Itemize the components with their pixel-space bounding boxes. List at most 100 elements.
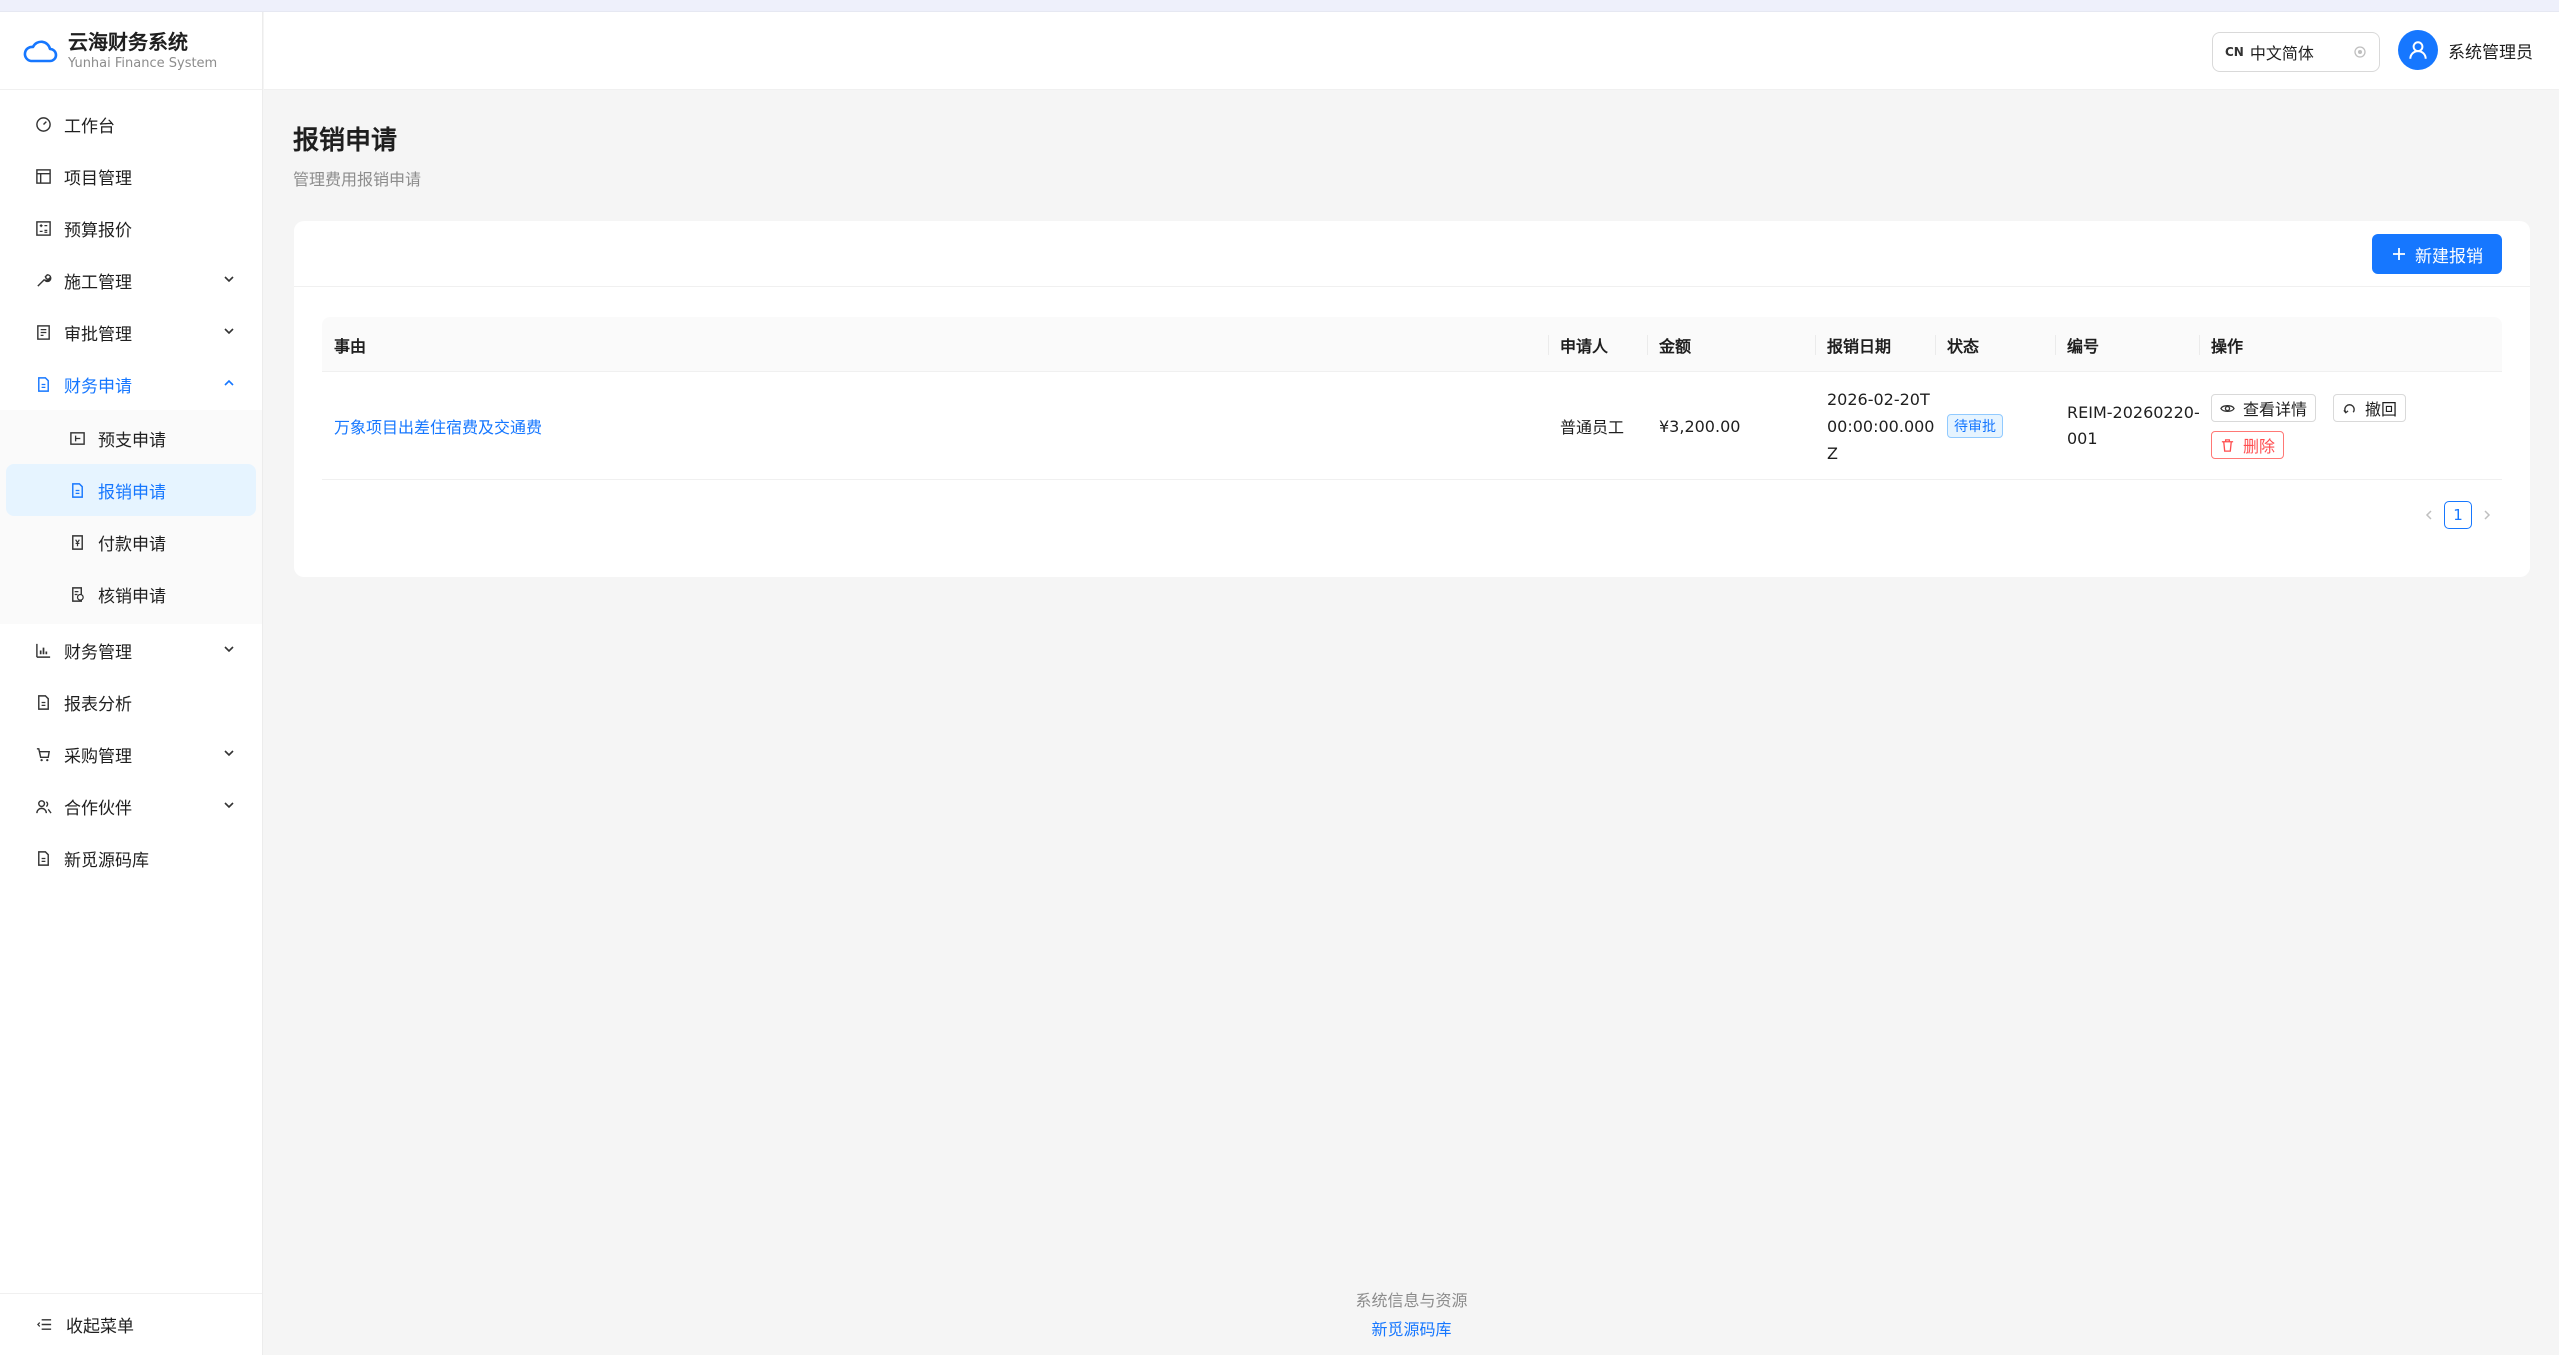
- avatar: [2398, 30, 2438, 70]
- select-arrow-icon: [2354, 46, 2366, 58]
- reason-cell: 万象项目出差住宿费及交通费: [334, 372, 542, 480]
- sidebar-item-approval[interactable]: 审批管理: [0, 306, 262, 358]
- new-reimbursement-button[interactable]: 新建报销: [2372, 234, 2502, 274]
- number-value: REIM-20260220-001: [2067, 403, 2200, 448]
- language-value: 中文简体: [2249, 44, 2314, 63]
- payment-icon: [68, 533, 86, 551]
- user-menu[interactable]: 系统管理员: [2398, 30, 2533, 70]
- chevron-down-icon: [224, 328, 234, 335]
- page-subtitle: 管理费用报销申请: [293, 170, 422, 189]
- footer-link[interactable]: 新觅源码库: [264, 1314, 2559, 1346]
- next-page-icon[interactable]: [2480, 508, 2494, 522]
- cart-icon: [34, 745, 52, 763]
- brand[interactable]: 云海财务系统 Yunhai Finance System: [0, 12, 262, 90]
- sidebar-item-label: 采购管理: [64, 746, 132, 767]
- sidebar-item-label: 核销申请: [98, 586, 166, 607]
- sidebar-item-projects[interactable]: 项目管理: [0, 150, 262, 202]
- page-footer: 系统信息与资源 新觅源码库: [264, 1288, 2559, 1346]
- reimbursement-card: 新建报销 事由 申请人 金额 报销日期 状态 编号 操作 万象项目出差住宿费及交…: [294, 221, 2530, 577]
- chevron-down-icon: [224, 802, 234, 809]
- bar-chart-icon: [34, 641, 52, 659]
- delete-button[interactable]: 删除: [2211, 431, 2285, 459]
- sidebar: 云海财务系统 Yunhai Finance System 工作台 项目管理 预算…: [0, 12, 263, 1355]
- tool-icon: [34, 271, 52, 289]
- chevron-down-icon: [224, 750, 234, 757]
- language-select[interactable]: CN 中文简体: [2212, 32, 2380, 72]
- dashboard-icon: [34, 115, 52, 133]
- sidebar-item-purchase[interactable]: 采购管理: [0, 728, 262, 780]
- sidebar-menu: 工作台 项目管理 预算报价 施工管理 审批管理 财务申请 预支申请 报销申请 付…: [0, 90, 262, 884]
- column-header-reason: 事由: [334, 336, 367, 356]
- sidebar-item-label: 报表分析: [64, 694, 132, 715]
- view-details-button[interactable]: 查看详情: [2211, 394, 2317, 422]
- status-cell: 待审批: [1947, 372, 2003, 480]
- applicant-cell: 普通员工: [1560, 418, 1625, 437]
- column-header-amount: 金额: [1647, 317, 1691, 372]
- language-code: CN: [2225, 45, 2244, 59]
- chevron-up-icon: [224, 379, 234, 386]
- trash-icon: [2221, 438, 2234, 452]
- menu-fold-icon: [36, 1316, 54, 1334]
- collapse-menu-button[interactable]: 收起菜单: [0, 1293, 262, 1355]
- advance-icon: [68, 429, 86, 447]
- view-details-label: 查看详情: [2243, 400, 2308, 419]
- sidebar-item-writeoff[interactable]: 核销申请: [6, 568, 256, 620]
- column-header-applicant: 申请人: [1548, 317, 1608, 372]
- amount-cell: ¥3,200.00: [1659, 416, 1741, 436]
- footer-info: 系统信息与资源: [1355, 1291, 1468, 1310]
- undo-icon: [2343, 403, 2355, 414]
- reimbursement-table: 事由 申请人 金额 报销日期 状态 编号 操作 万象项目出差住宿费及交通费 普通…: [322, 317, 2502, 480]
- file-icon: [34, 375, 52, 393]
- top-accent-bar: [0, 0, 2559, 12]
- sidebar-item-label: 审批管理: [64, 324, 132, 345]
- sidebar-item-label: 新觅源码库: [64, 850, 149, 871]
- plus-icon: [2393, 248, 2405, 260]
- document-icon: [68, 481, 86, 499]
- number-cell: REIM-20260220-001: [2067, 372, 2207, 480]
- sidebar-item-label: 财务管理: [64, 642, 132, 663]
- sidebar-item-construction[interactable]: 施工管理: [0, 254, 262, 306]
- sidebar-item-label: 付款申请: [98, 534, 166, 555]
- finance-apply-submenu: 预支申请 报销申请 付款申请 核销申请: [0, 410, 262, 624]
- sidebar-item-partners[interactable]: 合作伙伴: [0, 780, 262, 832]
- sidebar-item-reimbursement[interactable]: 报销申请: [6, 464, 256, 516]
- column-header-status: 状态: [1935, 317, 1979, 372]
- sidebar-item-label: 施工管理: [64, 272, 132, 293]
- top-header: CN 中文简体 系统管理员: [264, 12, 2559, 90]
- sidebar-item-label: 报销申请: [98, 482, 166, 503]
- delete-label: 删除: [2243, 437, 2276, 456]
- card-header: 新建报销: [294, 221, 2530, 287]
- prev-page-icon[interactable]: [2422, 508, 2436, 522]
- code-icon: [34, 849, 52, 867]
- date-cell: 2026-02-20T00:00:00.000Z: [1827, 372, 1935, 480]
- date-value: 2026-02-20T00:00:00.000Z: [1827, 389, 1935, 463]
- sidebar-item-reports[interactable]: 报表分析: [0, 676, 262, 728]
- status-badge: 待审批: [1947, 414, 2003, 438]
- sidebar-item-label: 预算报价: [64, 220, 132, 241]
- reason-link[interactable]: 万象项目出差住宿费及交通费: [334, 414, 542, 438]
- column-header-actions: 操作: [2199, 317, 2243, 372]
- sidebar-item-label: 工作台: [64, 116, 115, 137]
- report-icon: [34, 693, 52, 711]
- collapse-menu-label: 收起菜单: [66, 1317, 134, 1337]
- sidebar-item-dashboard[interactable]: 工作台: [0, 98, 262, 150]
- sidebar-item-payment[interactable]: 付款申请: [6, 516, 256, 568]
- chevron-down-icon: [224, 276, 234, 283]
- writeoff-icon: [68, 585, 86, 603]
- calculator-icon: [34, 219, 52, 237]
- pagination: 1: [2414, 501, 2502, 529]
- user-name: 系统管理员: [2448, 42, 2533, 63]
- withdraw-button[interactable]: 撤回: [2333, 394, 2407, 422]
- sidebar-item-advance[interactable]: 预支申请: [6, 412, 256, 464]
- column-header-number: 编号: [2055, 317, 2099, 372]
- sidebar-item-finance-apply[interactable]: 财务申请: [0, 358, 262, 410]
- withdraw-label: 撤回: [2365, 400, 2398, 419]
- table-row: 万象项目出差住宿费及交通费 普通员工 ¥3,200.00 2026-02-20T…: [322, 372, 2502, 480]
- sidebar-item-finance-manage[interactable]: 财务管理: [0, 624, 262, 676]
- eye-icon: [2220, 404, 2235, 412]
- sidebar-item-budget[interactable]: 预算报价: [0, 202, 262, 254]
- chevron-down-icon: [224, 646, 234, 653]
- sidebar-item-code-library[interactable]: 新觅源码库: [0, 832, 262, 884]
- page-number-current[interactable]: 1: [2444, 501, 2472, 529]
- sidebar-item-label: 项目管理: [64, 168, 132, 189]
